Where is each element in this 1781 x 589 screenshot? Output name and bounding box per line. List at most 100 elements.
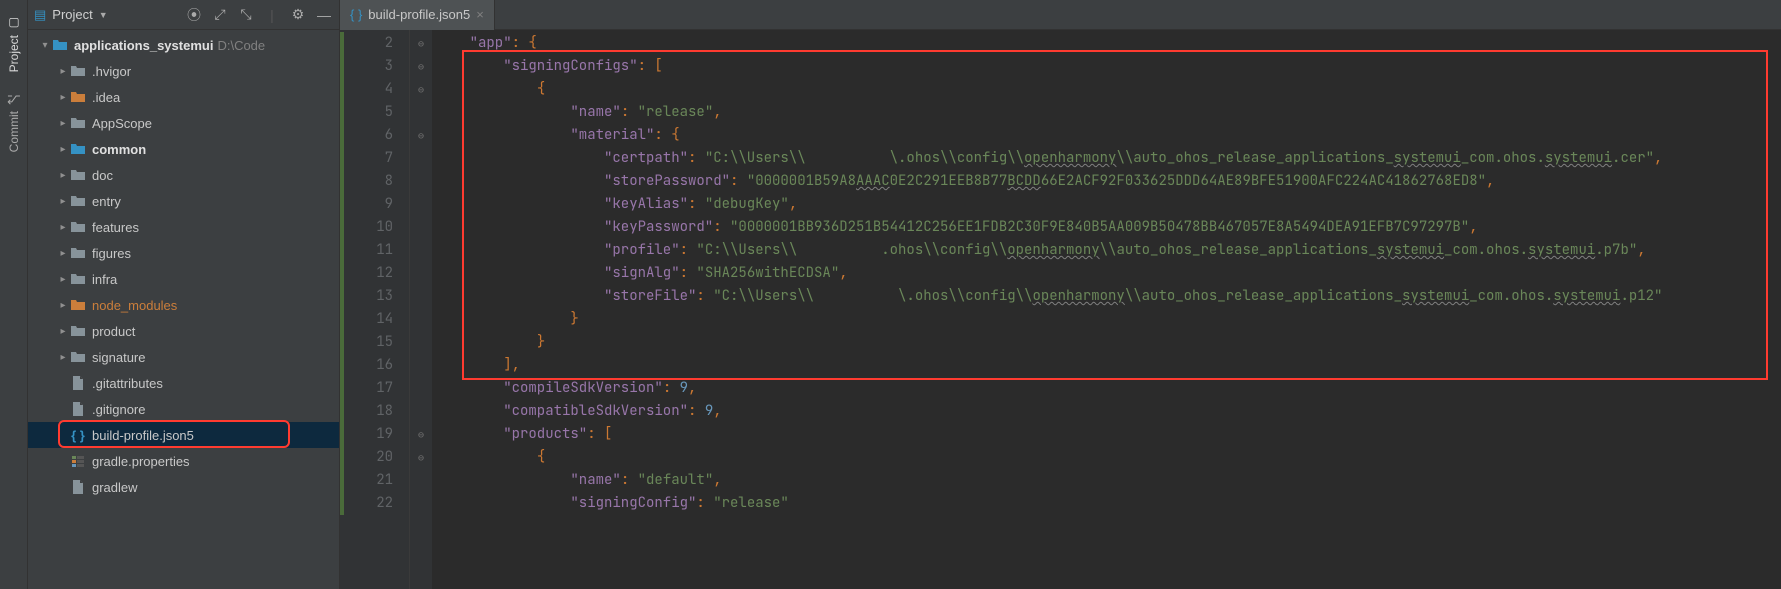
fold-column[interactable]: ⊖⊖⊖⊖⊖⊖ (410, 30, 432, 589)
tree-item[interactable]: AppScope (28, 110, 339, 136)
chevron-right-icon[interactable] (56, 222, 70, 233)
file-icon (70, 401, 86, 417)
line-number: 2 (340, 32, 393, 55)
fold-marker[interactable] (410, 147, 432, 170)
code-line[interactable]: "keyAlias": "debugKey", (436, 193, 1781, 216)
folder-orange-icon (70, 297, 86, 313)
fold-marker[interactable] (410, 193, 432, 216)
tool-tab-project[interactable]: Project ▢ (3, 6, 25, 82)
expand-all-icon[interactable]: ⤢ (211, 6, 229, 24)
code-line[interactable]: "keyPassword": "0000001BB936D251B54412C2… (436, 216, 1781, 239)
project-title[interactable]: ▤ Project ▼ (34, 7, 108, 23)
tree-item[interactable]: gradle.properties (28, 448, 339, 474)
fold-marker[interactable]: ⊖ (410, 446, 432, 469)
tree-item[interactable]: figures (28, 240, 339, 266)
line-number: 15 (340, 331, 393, 354)
tool-tab-label: Commit (7, 111, 21, 152)
fold-marker[interactable] (410, 216, 432, 239)
collapse-all-icon[interactable]: ⤡ (237, 6, 255, 24)
chevron-right-icon[interactable] (56, 196, 70, 207)
tree-item[interactable]: node_modules (28, 292, 339, 318)
fold-marker[interactable]: ⊖ (410, 423, 432, 446)
fold-marker[interactable]: ⊖ (410, 55, 432, 78)
line-number: 8 (340, 170, 393, 193)
project-tree[interactable]: applications_systemuiD:\Code.hvigor .idea… (28, 30, 339, 589)
chevron-right-icon[interactable] (56, 66, 70, 77)
fold-marker[interactable] (410, 101, 432, 124)
fold-marker[interactable] (410, 308, 432, 331)
tree-item[interactable]: .gitattributes (28, 370, 339, 396)
code-line[interactable]: "name": "release", (436, 101, 1781, 124)
editor-tab[interactable]: { } build-profile.json5 × (340, 0, 495, 30)
fold-marker[interactable] (410, 239, 432, 262)
code-line[interactable]: { (436, 78, 1781, 101)
editor-body[interactable]: 2345678910111213141516171819202122 ⊖⊖⊖⊖⊖… (340, 30, 1781, 589)
fold-marker[interactable]: ⊖ (410, 32, 432, 55)
code-line[interactable]: "signAlg": "SHA256withECDSA", (436, 262, 1781, 285)
code-line[interactable]: "profile": "C:\\Users\\ .ohos\\config\\o… (436, 239, 1781, 262)
fold-marker[interactable] (410, 377, 432, 400)
tree-item[interactable]: { } build-profile.json5 (28, 422, 339, 448)
tree-item[interactable]: .idea (28, 84, 339, 110)
code-line[interactable]: "signingConfig": "release" (436, 492, 1781, 515)
hide-icon[interactable]: — (315, 6, 333, 24)
chevron-right-icon[interactable] (56, 300, 70, 311)
code-line[interactable]: { (436, 446, 1781, 469)
tree-item[interactable]: .hvigor (28, 58, 339, 84)
gear-icon[interactable]: ⚙ (289, 6, 307, 24)
tree-label: doc (92, 168, 113, 183)
code-line[interactable]: "storePassword": "0000001B59A8AAAC0E2C29… (436, 170, 1781, 193)
code-line[interactable]: ], (436, 354, 1781, 377)
code-line[interactable]: } (436, 331, 1781, 354)
fold-marker[interactable] (410, 331, 432, 354)
chevron-right-icon[interactable] (56, 274, 70, 285)
tree-item[interactable]: infra (28, 266, 339, 292)
tree-label: .idea (92, 90, 120, 105)
tree-item[interactable]: entry (28, 188, 339, 214)
tree-item[interactable]: doc (28, 162, 339, 188)
chevron-right-icon[interactable] (56, 118, 70, 129)
folder-icon (70, 63, 86, 79)
code-line[interactable]: "certpath": "C:\\Users\\ \.ohos\\config\… (436, 147, 1781, 170)
code-line[interactable]: "compatibleSdkVersion": 9, (436, 400, 1781, 423)
tree-item[interactable]: gradlew (28, 474, 339, 500)
fold-marker[interactable] (410, 469, 432, 492)
chevron-right-icon[interactable] (56, 326, 70, 337)
tool-tab-commit[interactable]: Commit ⎇ (3, 82, 25, 162)
target-icon[interactable]: ⦿ (185, 6, 203, 24)
file-json-icon: { } (70, 427, 86, 443)
chevron-right-icon[interactable] (56, 170, 70, 181)
chevron-right-icon[interactable] (56, 248, 70, 259)
tree-item[interactable]: features (28, 214, 339, 240)
line-number: 9 (340, 193, 393, 216)
chevron-down-icon[interactable] (38, 40, 52, 51)
fold-marker[interactable] (410, 285, 432, 308)
code-line[interactable]: "material": { (436, 124, 1781, 147)
code-area[interactable]: "app": { "signingConfigs": [ { "name": "… (432, 30, 1781, 589)
tree-item[interactable]: common (28, 136, 339, 162)
code-line[interactable]: "compileSdkVersion": 9, (436, 377, 1781, 400)
fold-marker[interactable] (410, 262, 432, 285)
code-line[interactable]: "name": "default", (436, 469, 1781, 492)
tree-item[interactable]: signature (28, 344, 339, 370)
fold-marker[interactable] (410, 354, 432, 377)
fold-marker[interactable]: ⊖ (410, 78, 432, 101)
code-line[interactable]: } (436, 308, 1781, 331)
tree-item[interactable]: .gitignore (28, 396, 339, 422)
code-line[interactable]: "signingConfigs": [ (436, 55, 1781, 78)
chevron-right-icon[interactable] (56, 144, 70, 155)
tree-label: build-profile.json5 (92, 428, 194, 443)
chevron-right-icon[interactable] (56, 92, 70, 103)
fold-marker[interactable] (410, 170, 432, 193)
code-line[interactable]: "products": [ (436, 423, 1781, 446)
tree-item[interactable]: product (28, 318, 339, 344)
fold-marker[interactable]: ⊖ (410, 124, 432, 147)
fold-marker[interactable] (410, 400, 432, 423)
tree-root[interactable]: applications_systemuiD:\Code (28, 32, 339, 58)
code-line[interactable]: "storeFile": "C:\\Users\\ \.ohos\\config… (436, 285, 1781, 308)
code-line[interactable]: "app": { (436, 32, 1781, 55)
fold-marker[interactable] (410, 492, 432, 515)
chevron-right-icon[interactable] (56, 352, 70, 363)
close-icon[interactable]: × (476, 7, 484, 22)
line-number: 5 (340, 101, 393, 124)
